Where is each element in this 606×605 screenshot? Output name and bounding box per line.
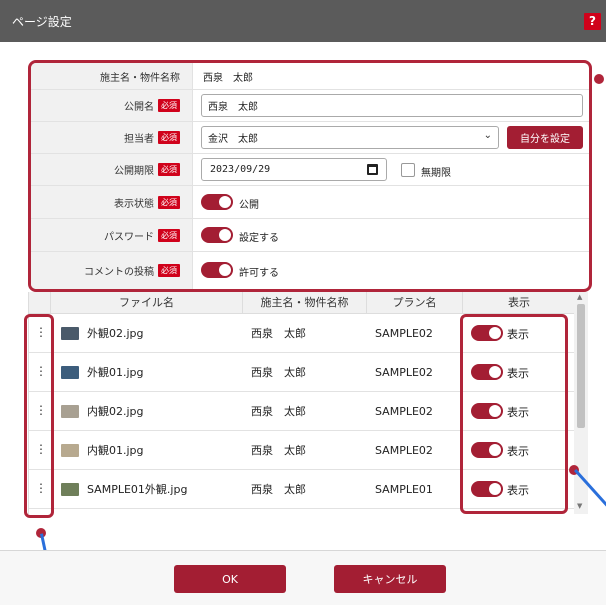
- password-label: パスワード 必須: [31, 219, 193, 251]
- file-name: 内観01.jpg: [87, 444, 144, 457]
- password-toggle-label: 設定する: [239, 233, 279, 244]
- form-row-password: パスワード 必須 設定する: [31, 219, 589, 252]
- expiry-date-value: 2023/09/29: [210, 164, 271, 175]
- person-in-charge-select[interactable]: 金沢 太郎 ⌄: [201, 126, 499, 149]
- form-row-public-name: 公開名 必須 西泉 太郎: [31, 90, 589, 122]
- client-cell: 西泉 太郎: [251, 366, 306, 379]
- page-settings-form: 施主名・物件名称 西泉 太郎 公開名 必須 西泉 太郎 担当者 必須 金沢 太郎 ⌄…: [28, 60, 592, 292]
- form-row-expiry: 公開期限 必須 2023/09/29 無期限: [31, 154, 589, 186]
- display-state-label: 表示状態 必須: [31, 186, 193, 218]
- form-row-comment-post: コメントの投稿 必須 許可する: [31, 252, 589, 289]
- file-name: 外観01.jpg: [87, 366, 144, 379]
- ok-button[interactable]: OK: [174, 565, 286, 593]
- person-in-charge-value: 金沢 太郎: [208, 134, 258, 145]
- file-cell: SAMPLE01外観.jpg: [61, 470, 187, 508]
- plan-cell: SAMPLE02: [375, 404, 433, 418]
- file-cell: 内観02.jpg: [61, 392, 144, 430]
- image-thumbnail: [61, 443, 79, 457]
- public-name-label: 公開名 必須: [31, 90, 193, 121]
- image-thumbnail: [61, 404, 79, 418]
- display-state-toggle-label: 公開: [239, 200, 259, 211]
- header-plan-name[interactable]: プラン名: [367, 292, 463, 314]
- plan-cell: SAMPLE02: [375, 326, 433, 340]
- required-badge: 必須: [158, 163, 180, 176]
- form-row-person-in-charge: 担当者 必須 金沢 太郎 ⌄ 自分を設定: [31, 122, 589, 154]
- plan-cell: SAMPLE02: [375, 443, 433, 457]
- no-limit-label: 無期限: [421, 168, 451, 179]
- client-name-label: 施主名・物件名称: [31, 63, 193, 89]
- scroll-up-icon[interactable]: ▲: [577, 293, 582, 301]
- comment-post-toggle[interactable]: [201, 262, 233, 278]
- file-name: 内観02.jpg: [87, 405, 144, 418]
- public-name-input[interactable]: 西泉 太郎: [201, 94, 583, 117]
- plan-cell: SAMPLE02: [375, 365, 433, 379]
- required-badge: 必須: [158, 195, 180, 209]
- file-cell: 外観02.jpg: [61, 314, 144, 352]
- client-cell: 西泉 太郎: [251, 483, 306, 496]
- help-button[interactable]: ?: [584, 13, 601, 30]
- no-limit-checkbox[interactable]: [401, 163, 415, 177]
- header-handle-column: [29, 292, 51, 314]
- required-badge: 必須: [158, 131, 180, 144]
- dialog-footer: [0, 551, 606, 605]
- client-cell: 西泉 太郎: [251, 444, 306, 457]
- image-thumbnail: [61, 482, 79, 496]
- required-badge: 必須: [158, 99, 180, 112]
- scroll-down-icon[interactable]: ▼: [577, 502, 582, 510]
- plan-cell: SAMPLE01: [375, 482, 433, 496]
- callout-dot-form: [594, 74, 604, 84]
- drag-handle-highlight: [24, 314, 54, 518]
- form-row-client-name: 施主名・物件名称 西泉 太郎: [31, 63, 589, 90]
- display-toggle-highlight: [460, 314, 568, 514]
- set-self-button[interactable]: 自分を設定: [507, 126, 583, 149]
- header-client-name[interactable]: 施主名・物件名称: [243, 292, 367, 314]
- calendar-icon[interactable]: [367, 164, 378, 175]
- cancel-button[interactable]: キャンセル: [334, 565, 446, 593]
- chevron-down-icon: ⌄: [483, 130, 492, 141]
- expiry-label: 公開期限 必須: [31, 154, 193, 185]
- person-in-charge-label: 担当者 必須: [31, 122, 193, 153]
- expiry-date-input[interactable]: 2023/09/29: [201, 158, 387, 181]
- image-thumbnail: [61, 365, 79, 379]
- password-toggle[interactable]: [201, 227, 233, 243]
- scroll-thumb[interactable]: [577, 304, 585, 428]
- form-row-display-state: 表示状態 必須 公開: [31, 186, 589, 219]
- client-cell: 西泉 太郎: [251, 327, 306, 340]
- file-name: SAMPLE01外観.jpg: [87, 483, 188, 496]
- client-cell: 西泉 太郎: [251, 405, 306, 418]
- file-cell: 内観01.jpg: [61, 431, 144, 469]
- required-badge: 必須: [158, 264, 180, 277]
- image-thumbnail: [61, 326, 79, 340]
- client-name-value: 西泉 太郎: [203, 72, 253, 84]
- required-badge: 必須: [158, 228, 180, 242]
- header-file-name[interactable]: ファイル名: [51, 292, 243, 314]
- dialog-titlebar: ページ設定 ?: [0, 0, 606, 42]
- comment-post-toggle-label: 許可する: [239, 268, 279, 279]
- dialog-title: ページ設定: [12, 15, 72, 29]
- table-header: ファイル名 施主名・物件名称 プラン名 表示: [29, 292, 575, 314]
- header-display[interactable]: 表示: [463, 292, 575, 314]
- file-cell: 外観01.jpg: [61, 353, 144, 391]
- file-name: 外観02.jpg: [87, 327, 144, 340]
- display-state-toggle[interactable]: [201, 194, 233, 210]
- comment-post-label: コメントの投稿 必須: [31, 252, 193, 289]
